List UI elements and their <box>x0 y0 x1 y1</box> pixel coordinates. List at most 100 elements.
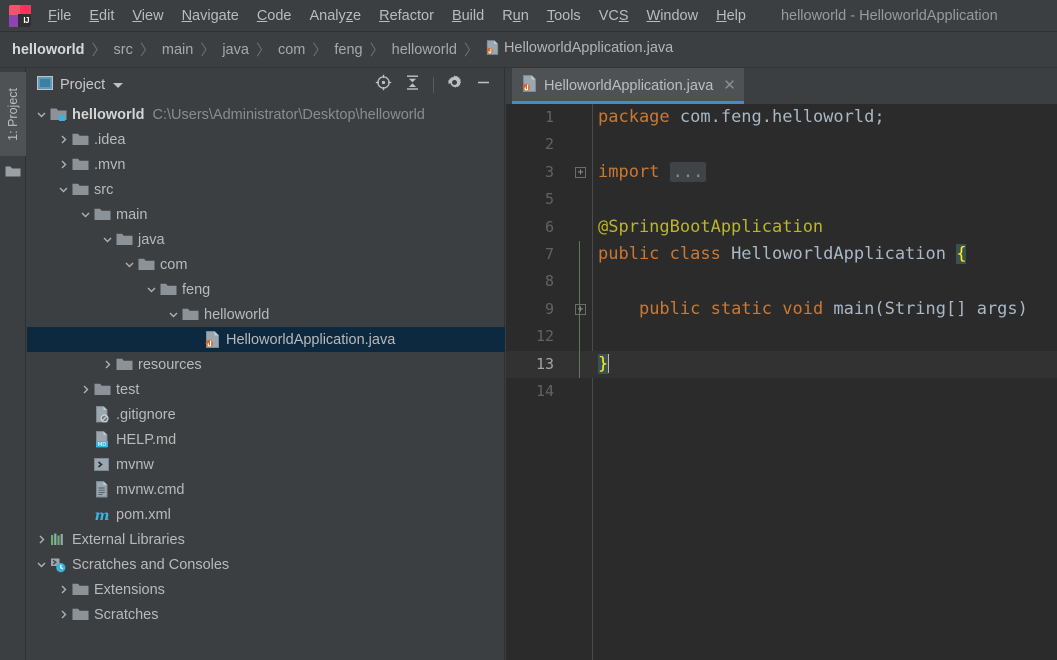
breadcrumb-item-com[interactable]: com <box>278 42 305 58</box>
fold-expand-icon[interactable]: + <box>575 303 586 315</box>
collapse-all-icon[interactable] <box>404 74 421 96</box>
tree-row[interactable]: .gitignore <box>27 402 505 427</box>
close-icon[interactable]: ✕ <box>723 78 736 93</box>
gitignore-file-icon <box>93 406 111 423</box>
menu-item-analyze[interactable]: Analyze <box>301 5 371 27</box>
tree-row[interactable]: mvnw <box>27 452 505 477</box>
breadcrumb: helloworld 〉 src 〉 main 〉 java 〉 com 〉 feng 〉 hellow… <box>0 32 1057 68</box>
menu-item-file[interactable]: File <box>39 5 80 27</box>
folder-icon <box>71 582 89 597</box>
menu-item-navigate[interactable]: Navigate <box>173 5 248 27</box>
tree-row[interactable]: java <box>27 227 505 252</box>
code-line[interactable]: 5 <box>506 186 1057 213</box>
menu-item-help[interactable]: Help <box>707 5 755 27</box>
gear-icon[interactable] <box>446 74 463 96</box>
tree-row[interactable]: Extensions <box>27 577 505 602</box>
tree-row[interactable]: resources <box>27 352 505 377</box>
intellij-idea-logo-icon: IJ <box>9 4 31 27</box>
breadcrumb-label: main <box>161 41 194 58</box>
fold-expand-icon[interactable]: + <box>575 166 586 178</box>
breadcrumb-separator: 〉 <box>312 42 328 59</box>
external-libraries-icon <box>49 532 67 547</box>
menu-item-code[interactable]: Code <box>248 5 301 27</box>
code-line[interactable]: 9 + public static void main(String[] args… <box>506 296 1057 323</box>
tree-row[interactable]: .idea <box>27 127 505 152</box>
chevron-right-icon[interactable] <box>55 157 71 173</box>
tree-row[interactable]: main <box>27 202 505 227</box>
editor-tab-label: HelloworldApplication.java <box>544 78 714 94</box>
menu-item-run[interactable]: Run <box>493 5 538 27</box>
tree-row[interactable]: External Libraries <box>27 527 505 552</box>
code-line[interactable]: 8 <box>506 268 1057 295</box>
chevron-right-icon[interactable] <box>33 532 49 548</box>
breadcrumb-item-java[interactable]: java <box>222 42 249 58</box>
code-line[interactable]: 6 @SpringBootApplication <box>506 214 1057 241</box>
folder-icon[interactable] <box>5 164 21 183</box>
line-number: 12 <box>535 327 554 346</box>
chevron-down-icon[interactable] <box>33 557 49 573</box>
chevron-down-icon[interactable] <box>113 82 124 88</box>
code-line[interactable]: 13} <box>506 350 1057 378</box>
code-editor[interactable]: 1 package com.feng.helloworld; 2 3 + import .… <box>506 104 1057 660</box>
minimize-icon[interactable] <box>475 74 492 96</box>
chevron-down-icon[interactable] <box>55 182 71 198</box>
tree-row[interactable]: Scratches <box>27 602 505 627</box>
chevron-right-icon[interactable] <box>55 607 71 623</box>
tree-row[interactable]: test <box>27 377 505 402</box>
maven-file-icon: m <box>93 507 111 523</box>
breadcrumb-item-main[interactable]: main <box>162 42 193 58</box>
chevron-down-icon[interactable] <box>143 282 159 298</box>
tree-row-label: HELP.md <box>116 431 177 448</box>
menu-item-vcs[interactable]: VCS <box>590 5 638 27</box>
tree-row[interactable]: feng <box>27 277 505 302</box>
menu-item-tools[interactable]: Tools <box>538 5 590 27</box>
menu-item-refactor[interactable]: Refactor <box>370 5 443 27</box>
folder-icon <box>93 207 111 222</box>
menu-item-view[interactable]: View <box>123 5 172 27</box>
tree-row[interactable]: m pom.xml <box>27 502 505 527</box>
chevron-right-icon[interactable] <box>99 357 115 373</box>
chevron-down-icon[interactable] <box>121 257 137 273</box>
tree-row[interactable]: HelloworldApplication.java <box>27 327 505 352</box>
tree-row[interactable]: MD HELP.md <box>27 427 505 452</box>
code-line[interactable]: 14 <box>506 378 1057 405</box>
editor-tab[interactable]: HelloworldApplication.java ✕ <box>512 68 744 104</box>
breadcrumb-item-helloworldapplication-java[interactable]: HelloworldApplication.java <box>486 40 673 59</box>
chevron-right-icon[interactable] <box>77 382 93 398</box>
tree-row[interactable]: mvnw.cmd <box>27 477 505 502</box>
tree-row[interactable]: Scratches and Consoles <box>27 552 505 577</box>
menu-mnemonic: z <box>345 7 354 24</box>
chevron-down-icon[interactable] <box>99 232 115 248</box>
chevron-right-icon[interactable] <box>55 132 71 148</box>
breadcrumb-item-feng[interactable]: feng <box>334 42 362 58</box>
java-class-icon <box>486 40 499 59</box>
breadcrumb-item-helloworld[interactable]: helloworld <box>392 42 457 58</box>
code-line[interactable]: 7 public class HelloworldApplication { <box>506 241 1057 268</box>
code-line[interactable]: 12 <box>506 323 1057 350</box>
code-line[interactable]: 2 <box>506 131 1057 158</box>
tree-row-label: pom.xml <box>116 506 171 523</box>
code-line[interactable]: 1 package com.feng.helloworld; <box>506 104 1057 131</box>
tree-row[interactable]: .mvn <box>27 152 505 177</box>
tree-row[interactable]: helloworld <box>27 302 505 327</box>
menu-item-window[interactable]: Window <box>638 5 708 27</box>
breadcrumb-item-src[interactable]: src <box>114 42 133 58</box>
menu-item-build[interactable]: Build <box>443 5 493 27</box>
menu-mnemonic: E <box>89 7 100 24</box>
menu-item-edit[interactable]: Edit <box>80 5 123 27</box>
module-folder-icon <box>49 107 67 122</box>
chevron-down-icon[interactable] <box>77 207 93 223</box>
tree-row[interactable]: com <box>27 252 505 277</box>
chevron-down-icon[interactable] <box>33 107 49 123</box>
tree-row-label: main <box>116 206 148 223</box>
chevron-down-icon[interactable] <box>165 307 181 323</box>
locate-icon[interactable] <box>375 74 392 96</box>
chevron-right-icon[interactable] <box>55 582 71 598</box>
tree-row[interactable]: src <box>27 177 505 202</box>
tree-row[interactable]: helloworld C:\Users\Administrator\Desktop… <box>27 102 505 127</box>
tree-arrow-placeholder <box>77 507 93 523</box>
breadcrumb-item-helloworld[interactable]: helloworld <box>12 42 85 58</box>
code-line[interactable]: 3 + import ... <box>506 159 1057 186</box>
folder-icon <box>71 182 89 197</box>
tool-window-button-project[interactable]: 1: Project <box>0 72 26 156</box>
